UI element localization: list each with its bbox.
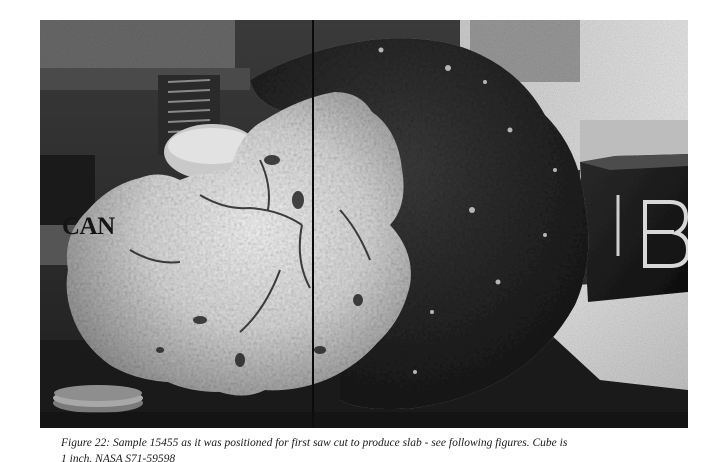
- caption-line-2: 1 inch. NASA S71-59598: [61, 453, 176, 462]
- lunar-sample-photo: [40, 20, 688, 428]
- figure-caption: Figure 22: Sample 15455 as it was positi…: [61, 435, 681, 462]
- document-page: CAN Figure 22: Sample 15455 as it was po…: [0, 0, 704, 462]
- can-label: CAN: [62, 213, 115, 240]
- scale-cube: [580, 154, 688, 302]
- caption-line-1: Figure 22: Sample 15455 as it was positi…: [61, 437, 568, 449]
